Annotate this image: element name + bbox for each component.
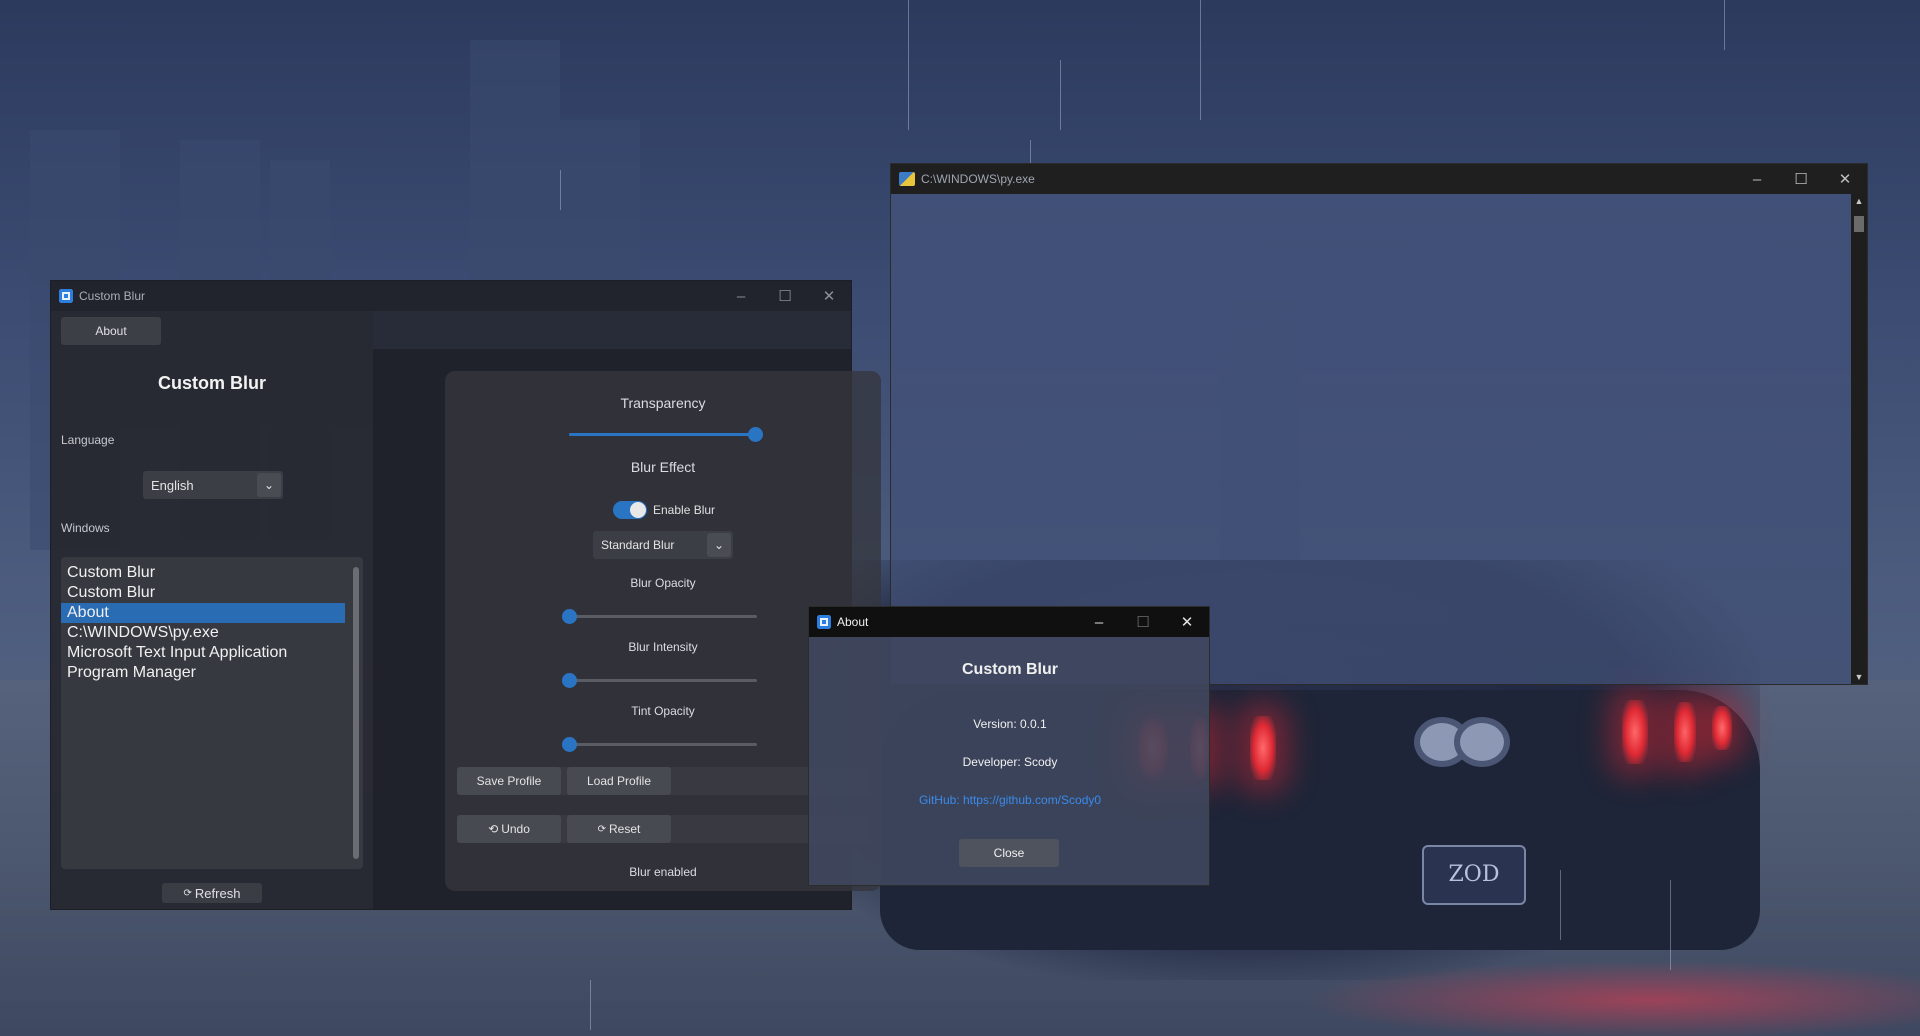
minimize-button[interactable]: – [1077,607,1121,637]
list-item[interactable]: Custom Blur [61,563,345,583]
scroll-up-icon[interactable]: ▲ [1851,194,1867,208]
refresh-label: Refresh [194,885,241,901]
maximize-icon: ☐ [1136,614,1150,631]
windows-list[interactable]: Custom Blur Custom Blur About C:\WINDOWS\py… [61,557,363,869]
close-icon: ✕ [1838,171,1852,188]
close-button[interactable]: ✕ [1823,164,1867,194]
app-heading: Custom Blur [158,373,266,393]
blur-opacity-slider-handle[interactable] [562,609,577,624]
blur-type-value: Standard Blur [601,538,675,552]
windows-list-scrollbar[interactable] [353,567,359,859]
blur-effect-label: Blur Effect [630,459,696,475]
transparency-slider-handle[interactable] [748,427,763,442]
github-url[interactable]: https://github.com/Scody0 [963,793,1101,807]
blur-opacity-slider[interactable] [562,609,757,624]
enable-blur-toggle[interactable] [613,501,647,519]
blur-intensity-slider-handle[interactable] [562,673,577,688]
about-dialog-title: About [837,615,869,629]
app-icon [817,615,831,629]
about-dialog: About – ☐ ✕ Custom Blur Version: 0.0.1 D… [808,606,1210,886]
reset-icon: ⟳ [597,823,607,835]
list-item[interactable]: Custom Blur [61,583,345,603]
about-heading: Custom Blur [962,661,1058,678]
console-scrollbar[interactable]: ▲ ▼ [1851,194,1867,684]
maximize-icon: ☐ [778,288,792,305]
reset-button[interactable]: ⟳ Reset [567,815,671,843]
language-label: Language [61,433,115,447]
minimize-button[interactable]: – [719,281,763,311]
enable-blur-label: Enable Blur [653,503,716,517]
minimize-icon: – [736,287,746,305]
maximize-button[interactable]: ☐ [763,281,807,311]
minimize-icon: – [1094,613,1104,631]
blur-intensity-slider[interactable] [562,673,757,688]
language-dropdown[interactable]: English ⌄ [143,471,283,499]
load-profile-button[interactable]: Load Profile [567,767,671,795]
undo-button[interactable]: ⟲ Undo [457,815,561,843]
blur-type-dropdown[interactable]: Standard Blur ⌄ [593,531,733,559]
windows-label: Windows [61,521,110,535]
custom-blur-window-title: Custom Blur [79,289,146,303]
developer-text: Developer: Scody [962,755,1058,769]
undo-label: Undo [501,822,530,836]
refresh-button[interactable]: ⟳ Refresh [162,883,262,903]
about-titlebar[interactable]: About – ☐ ✕ [809,607,1209,637]
about-button[interactable]: About [61,317,161,345]
scroll-down-icon[interactable]: ▼ [1851,670,1867,684]
close-icon: ✕ [1180,614,1194,631]
tint-opacity-slider[interactable] [562,737,757,752]
version-text: Version: 0.0.1 [973,717,1047,731]
blur-opacity-label: Blur Opacity [630,576,696,590]
app-icon [59,289,73,303]
list-item[interactable]: Program Manager [61,663,345,683]
close-button[interactable]: ✕ [1165,607,1209,637]
transparency-label: Transparency [620,395,706,411]
tint-opacity-slider-handle[interactable] [562,737,577,752]
maximize-button[interactable]: ☐ [1121,607,1165,637]
maximize-button[interactable]: ☐ [1779,164,1823,194]
list-item[interactable]: C:\WINDOWS\py.exe [61,623,345,643]
list-item[interactable]: About [61,603,345,623]
minimize-button[interactable]: – [1735,164,1779,194]
close-icon: ✕ [822,288,836,305]
transparency-slider[interactable] [569,427,763,442]
chevron-down-icon[interactable]: ⌄ [707,533,731,557]
refresh-icon: ⟳ [183,887,192,899]
license-plate: ZOD [1422,845,1526,905]
scroll-thumb[interactable] [1854,216,1864,232]
minimize-icon: – [1752,170,1762,188]
chevron-down-icon[interactable]: ⌄ [257,473,281,497]
py-window-title: C:\WINDOWS\py.exe [921,172,1035,186]
close-dialog-button[interactable]: Close [959,839,1059,867]
custom-blur-titlebar[interactable]: Custom Blur – ☐ ✕ [51,281,851,311]
save-profile-button[interactable]: Save Profile [457,767,561,795]
reset-label: Reset [609,822,641,836]
github-prefix: GitHub: [918,793,963,807]
maximize-icon: ☐ [1794,171,1808,188]
python-icon [899,172,915,186]
language-value: English [151,477,194,493]
py-titlebar[interactable]: C:\WINDOWS\py.exe – ☐ ✕ [891,164,1867,194]
custom-blur-window: Custom Blur – ☐ ✕ About Custom Blur Lang… [50,280,881,910]
undo-icon: ⟲ [488,822,499,836]
github-link[interactable]: GitHub: https://github.com/Scody0 [809,793,1211,807]
list-item[interactable]: Microsoft Text Input Application [61,643,345,663]
close-button[interactable]: ✕ [807,281,851,311]
